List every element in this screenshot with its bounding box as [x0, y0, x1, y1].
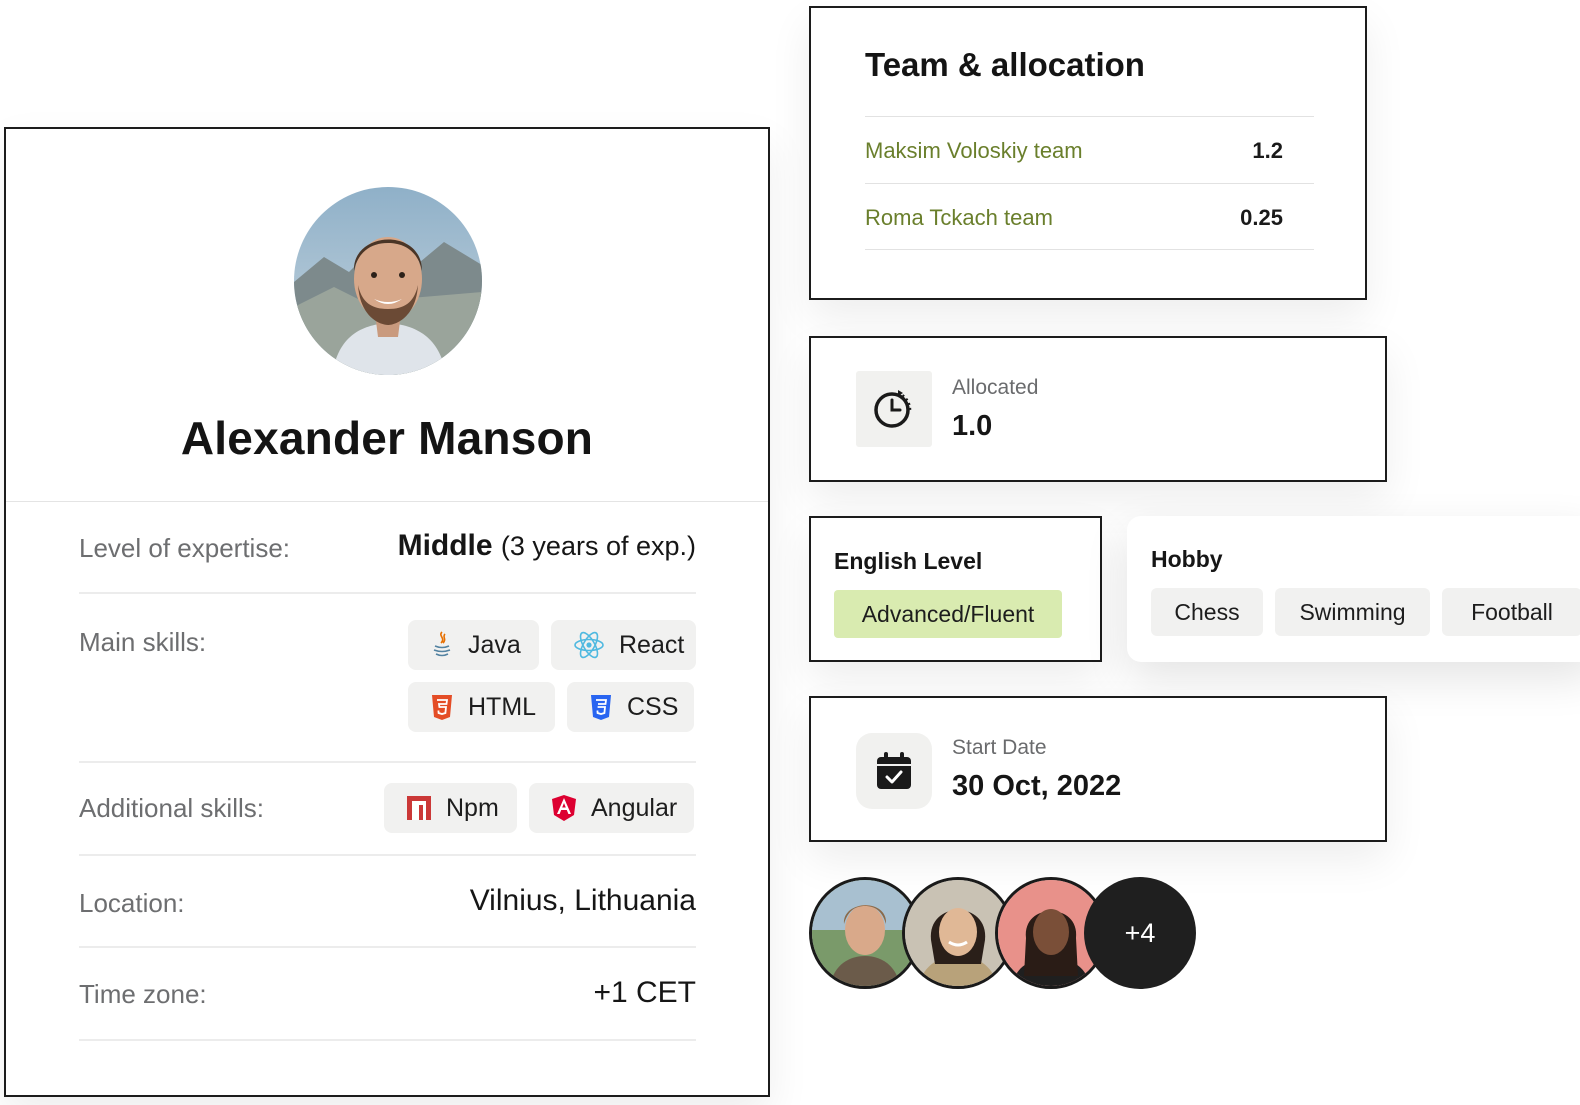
start-date-value: 30 Oct, 2022	[952, 770, 1122, 802]
hobby-card: Hobby Chess Swimming Football	[1127, 516, 1580, 662]
main-skills-label: Main skills:	[79, 627, 207, 657]
skill-chip-label: CSS	[627, 692, 679, 721]
hobby-chip-swimming[interactable]: Swimming	[1275, 588, 1430, 636]
skill-chip-react[interactable]: React	[551, 620, 696, 670]
team-link[interactable]: Roma Tckach team	[865, 205, 1053, 231]
expertise-detail: (3 years of exp.)	[500, 531, 696, 561]
react-icon	[574, 631, 604, 659]
allocated-value: 1.0	[952, 410, 993, 442]
timezone-value: +1 CET	[593, 976, 696, 1009]
location-label: Location:	[79, 888, 185, 918]
location-value: Vilnius, Lithuania	[469, 884, 696, 917]
team-link[interactable]: Maksim Voloskiy team	[865, 138, 1083, 164]
team-title: Team & allocation	[865, 46, 1145, 83]
hobby-title: Hobby	[1151, 546, 1223, 572]
allocated-icon-box	[856, 371, 932, 447]
expertise-label: Level of expertise:	[79, 533, 291, 563]
hobby-chip-football[interactable]: Football	[1442, 588, 1580, 636]
english-level-title: English Level	[834, 548, 983, 574]
start-date-label: Start Date	[952, 736, 1047, 759]
profile-avatar	[294, 187, 482, 375]
team-allocation-card: Team & allocation Maksim Voloskiy team 1…	[809, 6, 1367, 300]
english-level-badge: Advanced/Fluent	[834, 590, 1062, 638]
location-row: Location: Vilnius, Lithuania	[79, 856, 696, 948]
hobby-chip-chess[interactable]: Chess	[1151, 588, 1263, 636]
main-skills-row: Main skills: Java React HTML CSS	[79, 594, 696, 763]
start-date-icon-box	[856, 733, 932, 809]
expertise-value: Middle (3 years of exp.)	[398, 529, 696, 563]
expertise-level: Middle	[397, 529, 493, 562]
timezone-row: Time zone: +1 CET	[79, 948, 696, 1041]
allocated-card: Allocated 1.0	[809, 336, 1387, 482]
calendar-check-icon	[877, 752, 911, 789]
css3-icon	[591, 695, 611, 720]
java-icon	[433, 631, 451, 657]
timer-icon	[874, 390, 912, 428]
team-divider	[865, 183, 1314, 184]
start-date-card: Start Date 30 Oct, 2022	[809, 696, 1387, 842]
team-allocation-value: 0.25	[1240, 205, 1283, 230]
skill-chip-label: React	[619, 630, 685, 659]
skill-chip-css[interactable]: CSS	[567, 682, 694, 732]
skill-chip-label: Npm	[446, 793, 499, 822]
profile-card: Alexander Manson Level of expertise: Mid…	[4, 127, 770, 1097]
english-level-card: English Level Advanced/Fluent	[809, 516, 1102, 662]
skill-chip-label: Angular	[591, 793, 678, 822]
team-divider	[865, 249, 1314, 250]
additional-skills-label: Additional skills:	[79, 793, 264, 823]
angular-icon	[552, 795, 576, 821]
team-allocation-value: 1.2	[1252, 138, 1283, 163]
html5-icon	[432, 695, 452, 720]
npm-icon	[407, 796, 431, 820]
team-divider	[865, 116, 1314, 117]
skill-chip-label: Java	[468, 630, 521, 659]
timezone-label: Time zone:	[79, 979, 207, 1009]
expertise-row: Level of expertise: Middle (3 years of e…	[79, 501, 696, 594]
more-members-button[interactable]: +4	[1084, 877, 1196, 989]
profile-name: Alexander Manson	[180, 412, 594, 464]
skill-chip-html[interactable]: HTML	[408, 682, 555, 732]
skill-chip-npm[interactable]: Npm	[384, 783, 517, 833]
skill-chip-label: HTML	[468, 692, 537, 721]
additional-skills-row: Additional skills: Npm Angular	[79, 763, 696, 856]
allocated-label: Allocated	[952, 376, 1039, 399]
skill-chip-angular[interactable]: Angular	[529, 783, 694, 833]
skill-chip-java[interactable]: Java	[408, 620, 539, 670]
